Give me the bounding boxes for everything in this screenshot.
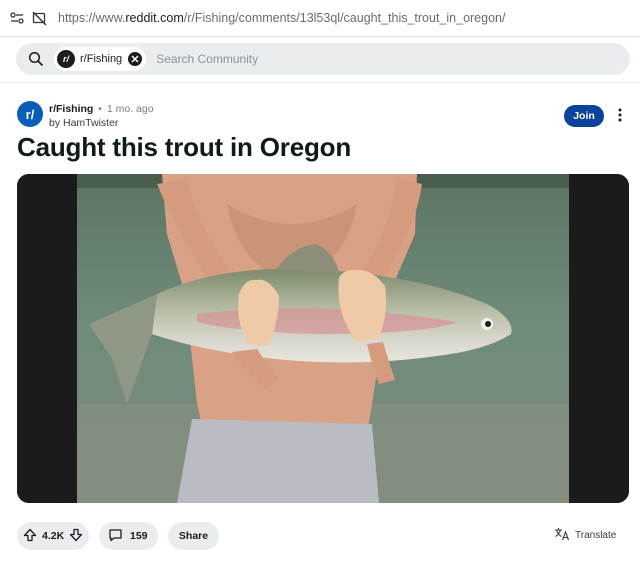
upvote-icon[interactable] xyxy=(23,528,37,545)
tracking-blocked-icon[interactable] xyxy=(30,9,48,27)
url-text[interactable]: https://www.reddit.com/r/Fishing/comment… xyxy=(58,11,505,25)
community-filter-chip[interactable]: r/ r/Fishing xyxy=(54,47,147,71)
community-chip-avatar: r/ xyxy=(57,50,75,68)
comments-button[interactable]: 159 xyxy=(99,522,158,550)
post-action-bar: 4.2K 159 Share Translate xyxy=(17,522,631,550)
community-chip-label: r/Fishing xyxy=(80,53,123,65)
translate-label: Translate xyxy=(575,530,617,541)
community-search-bar[interactable]: r/ r/Fishing Search Community xyxy=(16,43,630,75)
site-info-icon[interactable] xyxy=(8,9,26,27)
reddit-header: r/ r/Fishing Search Community xyxy=(0,37,640,83)
post-image[interactable] xyxy=(17,174,629,503)
close-icon[interactable] xyxy=(128,52,143,66)
vote-control: 4.2K xyxy=(17,522,89,550)
post-title[interactable]: Caught this trout in Oregon xyxy=(17,132,351,163)
meta-separator: • xyxy=(98,103,102,115)
comment-icon xyxy=(108,528,123,545)
browser-address-bar: https://www.reddit.com/r/Fishing/comment… xyxy=(0,0,640,37)
downvote-icon[interactable] xyxy=(69,528,83,545)
search-input[interactable]: Search Community xyxy=(156,52,258,66)
translate-icon xyxy=(554,527,570,544)
post-meta: r/Fishing • 1 mo. ago xyxy=(49,103,154,115)
search-icon xyxy=(28,51,44,67)
subreddit-link[interactable]: r/Fishing xyxy=(49,103,93,115)
vote-count: 4.2K xyxy=(42,530,65,542)
join-button[interactable]: Join xyxy=(564,105,604,127)
more-options-icon[interactable] xyxy=(614,107,626,123)
share-button[interactable]: Share xyxy=(168,522,219,550)
subreddit-avatar[interactable]: r/ xyxy=(17,101,43,127)
author-link[interactable]: by HamTwister xyxy=(49,117,118,129)
post-age: 1 mo. ago xyxy=(106,103,154,115)
translate-button[interactable]: Translate xyxy=(554,527,616,544)
post-header: r/ r/Fishing • 1 mo. ago by HamTwister J… xyxy=(17,101,631,131)
comment-count: 159 xyxy=(130,530,148,542)
